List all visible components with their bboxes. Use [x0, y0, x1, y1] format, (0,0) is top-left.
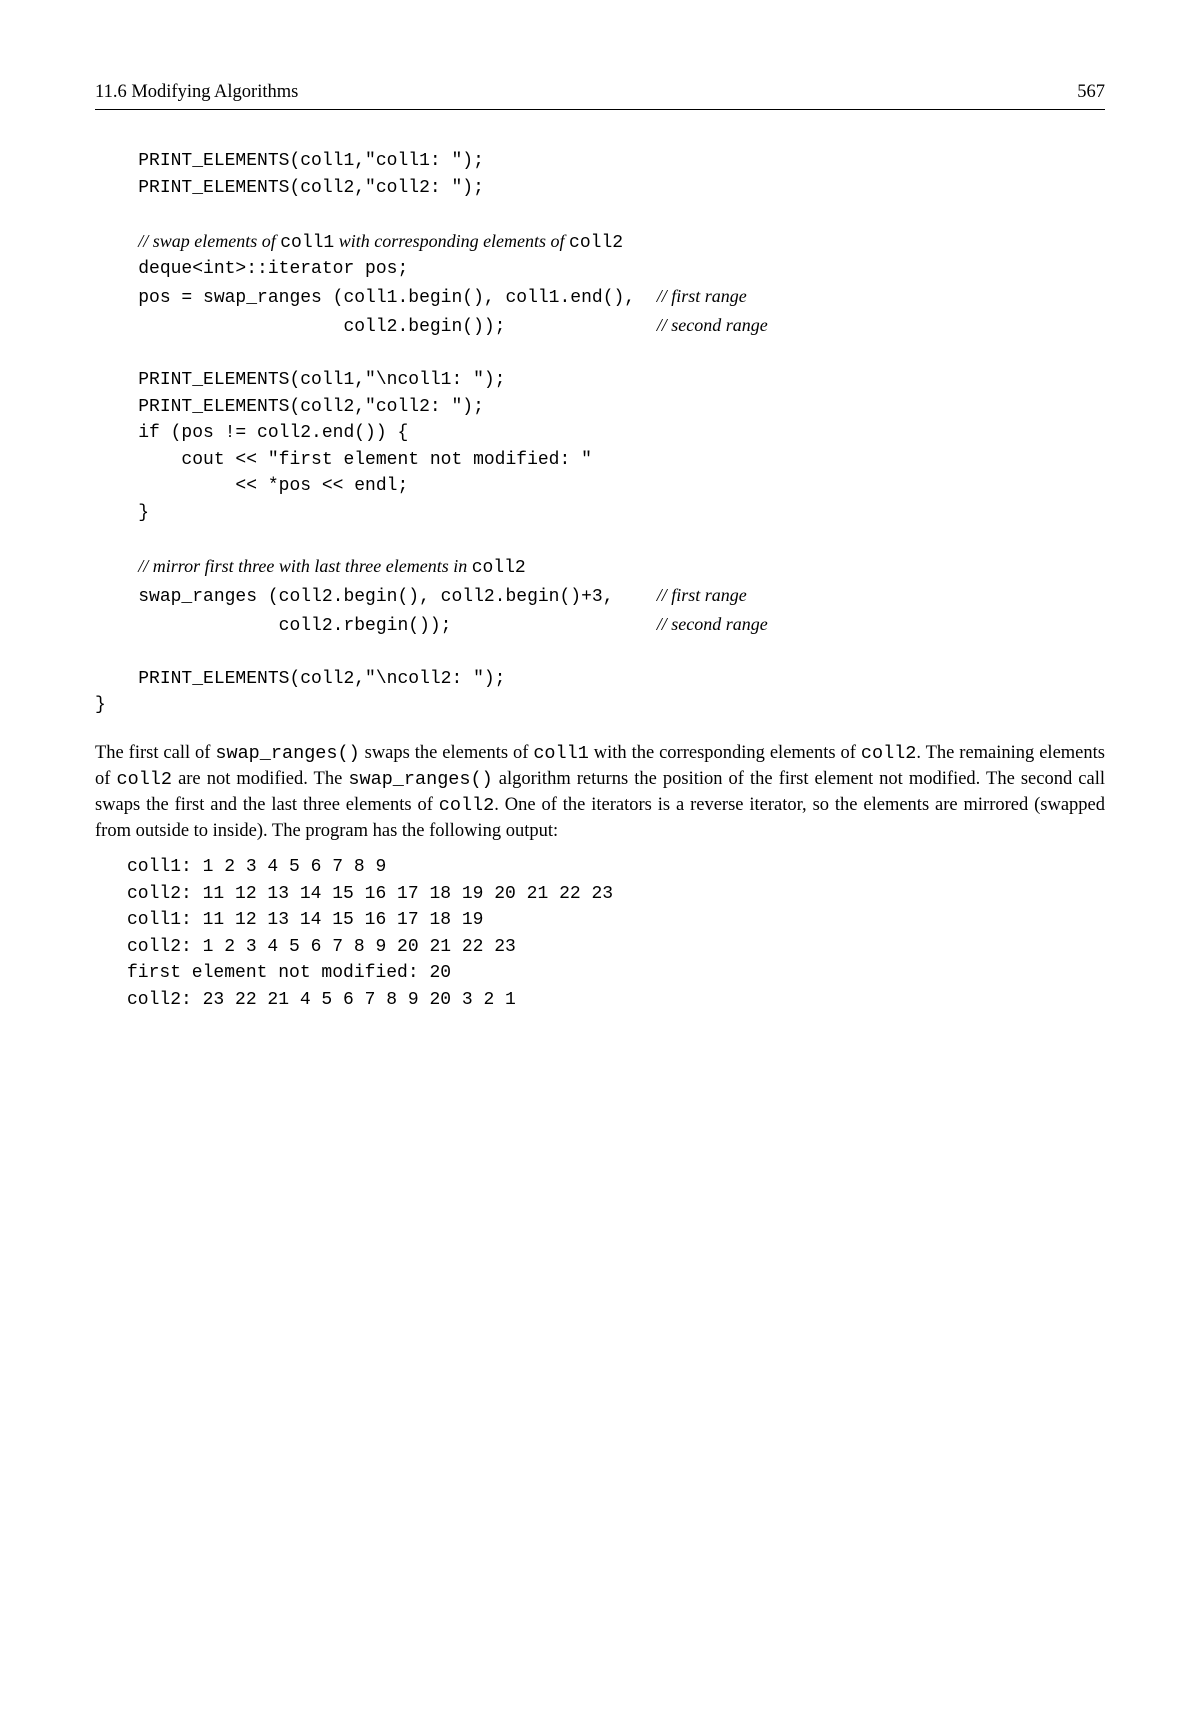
- page-number: 567: [1077, 80, 1105, 105]
- code-listing: PRINT_ELEMENTS(coll1,"coll1: "); PRINT_E…: [95, 148, 1105, 719]
- body-paragraph: The first call of swap_ranges() swaps th…: [95, 741, 1105, 844]
- program-output: coll1: 1 2 3 4 5 6 7 8 9coll2: 11 12 13 …: [127, 854, 1105, 1014]
- section-title: 11.6 Modifying Algorithms: [95, 80, 298, 105]
- page-header: 11.6 Modifying Algorithms 567: [95, 80, 1105, 110]
